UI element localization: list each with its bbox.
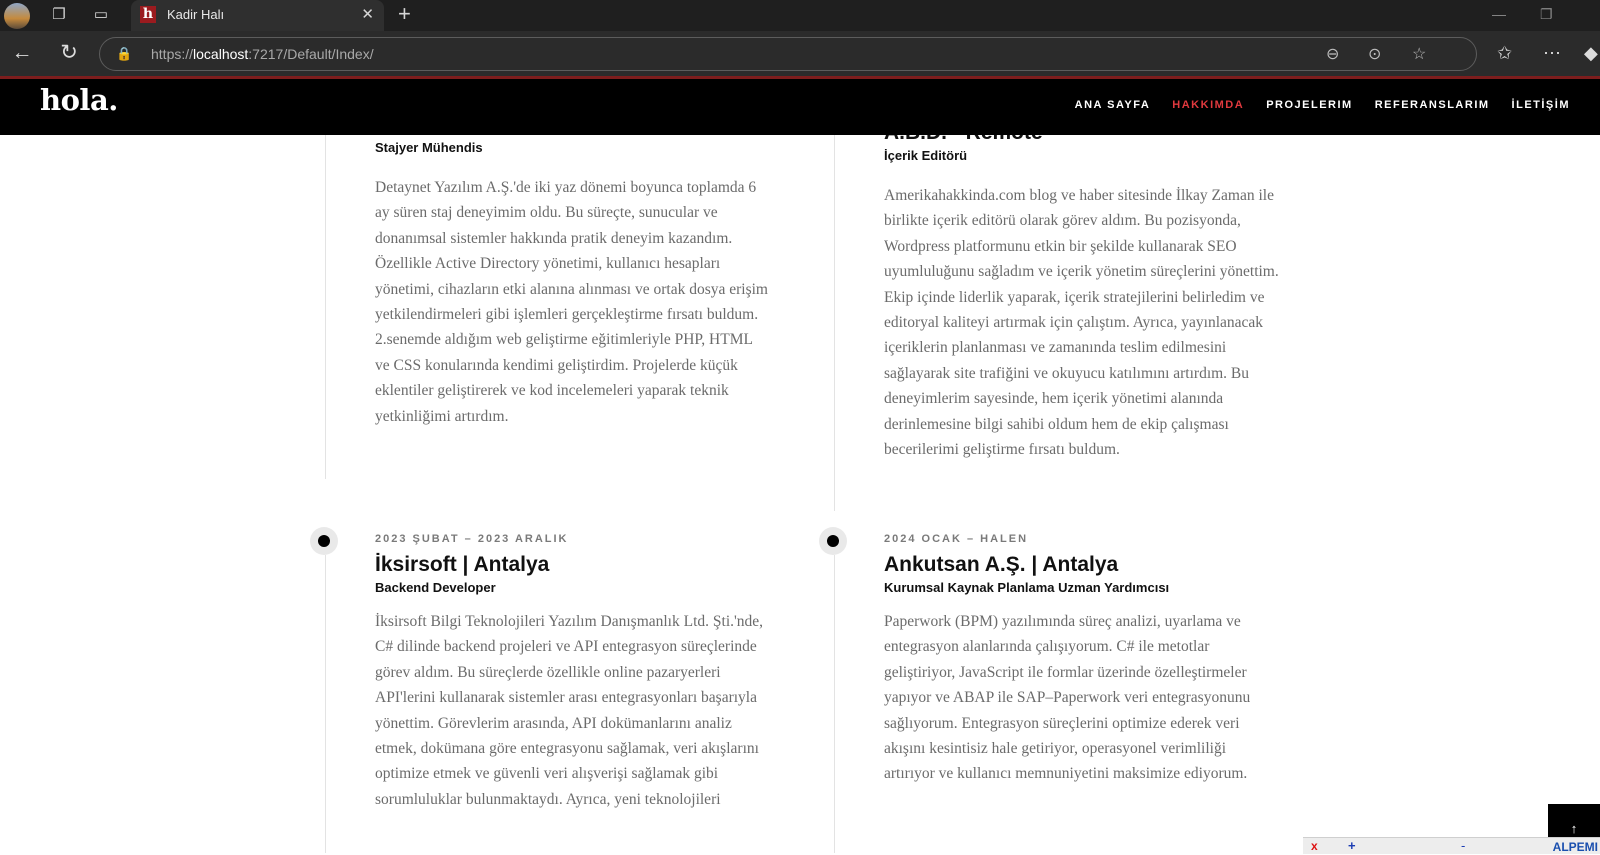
refresh-icon[interactable]: ↻ (57, 41, 81, 65)
workspaces-icon[interactable]: ❐ (49, 5, 69, 25)
favorite-star-icon[interactable]: ☆ (1412, 44, 1426, 64)
floating-toolbar: x + - ALPEMI (1303, 837, 1600, 854)
nav-projelerim[interactable]: PROJELERIM (1266, 99, 1353, 111)
close-icon[interactable]: x (1311, 838, 1318, 854)
timeline-item: Stajyer Mühendis Detaynet Yazılım A.Ş.'d… (375, 140, 770, 429)
job-role: Stajyer Mühendis (375, 140, 483, 155)
tab-title: Kadir Halı (167, 7, 225, 22)
tab-close-icon[interactable]: ✕ (361, 5, 374, 23)
address-bar-row: ← ↻ 🔒 https://localhost:7217/Default/Ind… (0, 31, 1600, 76)
job-role: Backend Developer (375, 580, 496, 595)
url-text[interactable]: https://localhost:7217/Default/Index/ (151, 46, 374, 62)
minimize-icon[interactable]: — (1492, 6, 1506, 22)
nav-hakkimda[interactable]: HAKKIMDA (1172, 99, 1244, 111)
job-company: A.B.D. - Remote (884, 135, 1279, 145)
job-description: Amerikahakkinda.com blog ve haber sitesi… (884, 187, 1279, 459)
new-tab-icon[interactable]: + (398, 2, 411, 26)
timeline-line (834, 135, 835, 511)
site-header: hola. ANA SAYFA HAKKIMDA PROJELERIM REFE… (0, 79, 1600, 135)
tab-actions-icon[interactable]: ▭ (91, 5, 111, 25)
back-icon[interactable]: ← (10, 41, 34, 65)
plus-icon[interactable]: + (1348, 838, 1356, 854)
job-description: Paperwork (BPM) yazılımında süreç analiz… (884, 613, 1251, 783)
zoom-icon[interactable]: ⊖ (1326, 44, 1339, 64)
site-logo[interactable]: hola. (40, 83, 118, 117)
timeline-dot (310, 527, 338, 555)
timeline-line (325, 135, 326, 479)
lock-icon[interactable]: 🔒 (116, 46, 132, 62)
job-date: 2023 ŞUBAT – 2023 ARALIK (375, 533, 569, 545)
job-company: İksirsoft | Antalya (375, 553, 550, 576)
nav-referanslarim[interactable]: REFERANSLARIM (1375, 99, 1490, 111)
favorites-icon[interactable]: ✩ (1497, 41, 1512, 65)
copilot-icon[interactable]: ◆ (1584, 41, 1598, 65)
active-tab[interactable]: h Kadir Halı ✕ (131, 0, 384, 31)
job-description: Detaynet Yazılım A.Ş.'de iki yaz dönemi … (375, 179, 768, 425)
timeline-dot (819, 527, 847, 555)
profile-avatar[interactable] (4, 3, 30, 29)
site-favicon-icon: h (140, 6, 156, 23)
experience-timeline: Stajyer Mühendis Detaynet Yazılım A.Ş.'d… (0, 135, 1600, 853)
job-date: 2024 OCAK – HALEN (884, 533, 1029, 545)
job-role: Kurumsal Kaynak Planlama Uzman Yardımcıs… (884, 580, 1170, 595)
restore-icon[interactable]: ❐ (1540, 6, 1553, 23)
timeline-item: 2024 OCAK – HALEN Ankutsan A.Ş. | Antaly… (884, 533, 1279, 787)
read-aloud-icon[interactable]: ⊙ (1368, 44, 1381, 64)
job-role: İçerik Editörü (884, 148, 968, 163)
timeline-line (325, 555, 326, 853)
more-menu-icon[interactable]: ⋯ (1543, 41, 1561, 65)
nav-iletisim[interactable]: İLETİŞİM (1512, 99, 1570, 111)
timeline-item: A.B.D. - Remote İçerik Editörü Amerikaha… (884, 135, 1279, 462)
timeline-line (834, 555, 835, 853)
nav-ana-sayfa[interactable]: ANA SAYFA (1075, 99, 1151, 111)
url-field[interactable]: 🔒 https://localhost:7217/Default/Index/ … (99, 37, 1477, 71)
main-nav: ANA SAYFA HAKKIMDA PROJELERIM REFERANSLA… (1075, 99, 1570, 111)
timeline-item: 2023 ŞUBAT – 2023 ARALIK İksirsoft | Ant… (375, 533, 770, 812)
browser-tab-bar: ❐ ▭ h Kadir Halı ✕ + — ❐ (0, 0, 1600, 31)
arrow-up-icon: ↑ (1570, 821, 1578, 836)
job-company: Ankutsan A.Ş. | Antalya (884, 553, 1119, 576)
minus-icon[interactable]: - (1461, 838, 1465, 854)
job-description: İksirsoft Bilgi Teknolojileri Yazılım Da… (375, 613, 764, 808)
